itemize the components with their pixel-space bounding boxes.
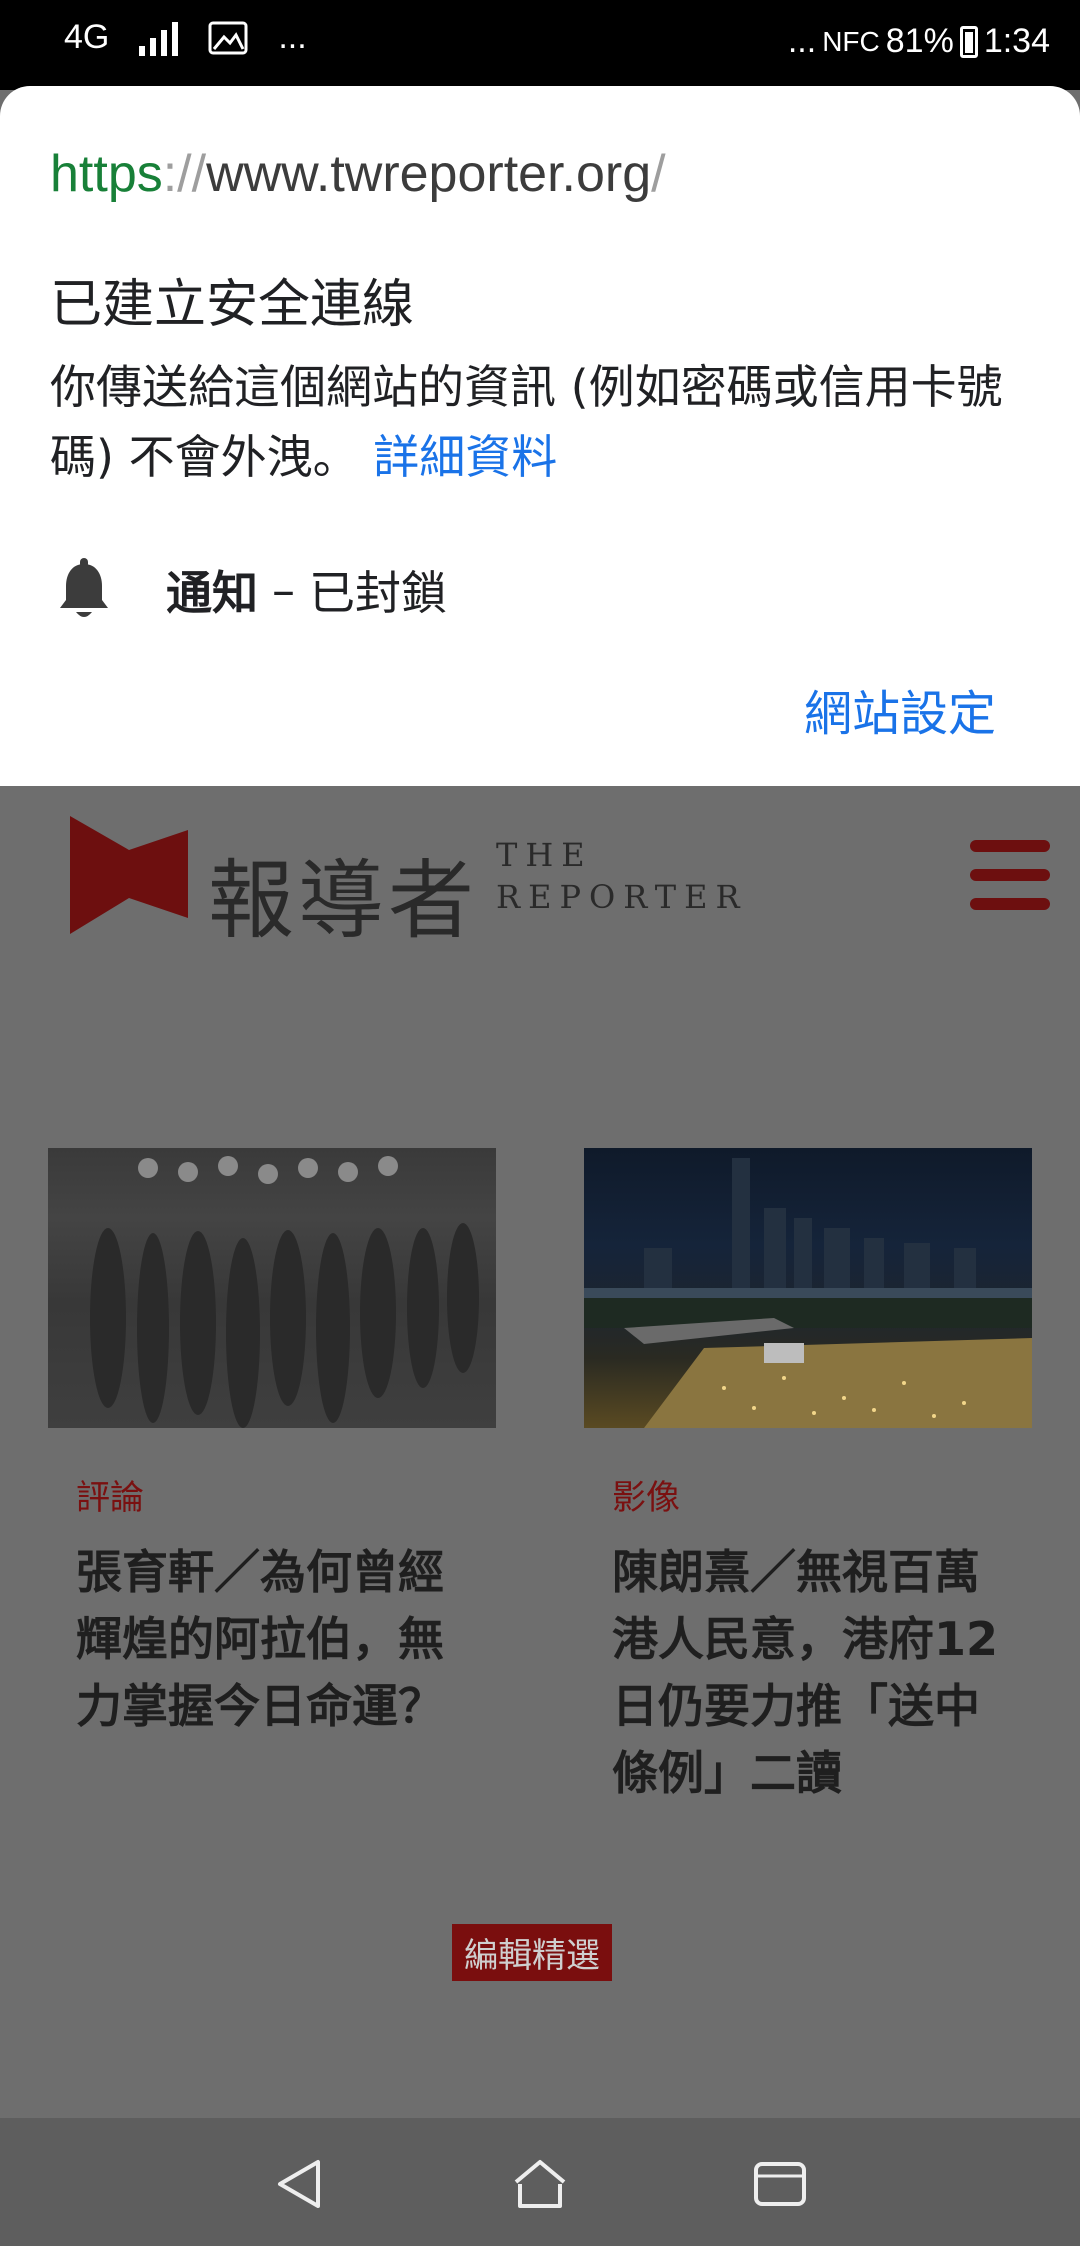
web-page: 報導者 THE REPORTER 評論 張育軒／為何曾經輝煌的阿拉伯，無力掌握今… bbox=[0, 786, 1080, 2118]
signal-icon bbox=[139, 20, 179, 56]
thumbnail-image bbox=[90, 1156, 479, 1428]
details-link[interactable]: 詳細資料 bbox=[373, 430, 557, 484]
network-indicator: 4G bbox=[64, 18, 110, 56]
battery-icon bbox=[959, 25, 978, 58]
article-card[interactable]: 影像 陳朗熹／無視百萬港人民意，港府12日仍要力推「送中條例」二讀 bbox=[584, 1148, 1032, 1807]
overflow-indicator-left: ... bbox=[278, 18, 307, 56]
clock: 1:34 bbox=[983, 22, 1050, 60]
notification-label: 通知 bbox=[166, 566, 258, 620]
overflow-indicator-right: ... bbox=[787, 22, 817, 60]
thumbnail-image bbox=[584, 1158, 1032, 1428]
recents-icon[interactable] bbox=[750, 2154, 810, 2214]
url-separator: :// bbox=[162, 145, 207, 203]
url-scheme: https bbox=[50, 145, 163, 203]
article-thumbnail[interactable] bbox=[584, 1148, 1032, 1428]
status-bar: 4G ... ... NFC 81% 1:34 bbox=[0, 0, 1080, 90]
menu-icon[interactable] bbox=[970, 840, 1050, 910]
notification-dash: – bbox=[272, 563, 295, 617]
site-logo-en[interactable]: THE REPORTER bbox=[496, 834, 748, 918]
url-display: https://www.twreporter.org/ bbox=[50, 144, 666, 204]
back-icon[interactable] bbox=[270, 2154, 330, 2214]
connection-description: 你傳送給這個網站的資訊 (例如密碼或信用卡號碼) 不會外洩。 詳細資料 bbox=[50, 360, 1003, 484]
reporter-logo-icon[interactable] bbox=[70, 816, 188, 934]
connection-title: 已建立安全連線 bbox=[50, 275, 415, 335]
article-card[interactable]: 評論 張育軒／為何曾經輝煌的阿拉伯，無力掌握今日命運？ bbox=[48, 1148, 496, 1740]
home-icon[interactable] bbox=[510, 2154, 570, 2214]
article-category: 影像 bbox=[612, 1478, 680, 1518]
editor-picks-badge: 編輯精選 bbox=[452, 1924, 612, 1981]
site-logo-zh[interactable]: 報導者 bbox=[208, 830, 478, 955]
article-thumbnail[interactable] bbox=[48, 1148, 496, 1428]
bell-icon bbox=[60, 558, 108, 617]
nfc-indicator: NFC bbox=[822, 25, 880, 57]
article-category: 評論 bbox=[76, 1478, 144, 1518]
image-icon bbox=[208, 21, 248, 54]
battery-percent: 81% bbox=[885, 22, 954, 60]
navigation-bar bbox=[0, 2118, 1080, 2246]
notification-state: 已封鎖 bbox=[309, 566, 447, 620]
article-headline[interactable]: 張育軒／為何曾經輝煌的阿拉伯，無力掌握今日命運？ bbox=[76, 1539, 476, 1740]
connection-info-sheet: https://www.twreporter.org/ 已建立安全連線 你傳送給… bbox=[0, 86, 1080, 786]
url-trailing: / bbox=[651, 145, 666, 203]
notification-permission-row[interactable]: 通知 – 已封鎖 bbox=[50, 556, 447, 624]
url-host: www.twreporter.org bbox=[206, 145, 652, 203]
site-settings-button[interactable]: 網站設定 bbox=[804, 674, 996, 744]
article-headline[interactable]: 陳朗熹／無視百萬港人民意，港府12日仍要力推「送中條例」二讀 bbox=[612, 1539, 1012, 1807]
